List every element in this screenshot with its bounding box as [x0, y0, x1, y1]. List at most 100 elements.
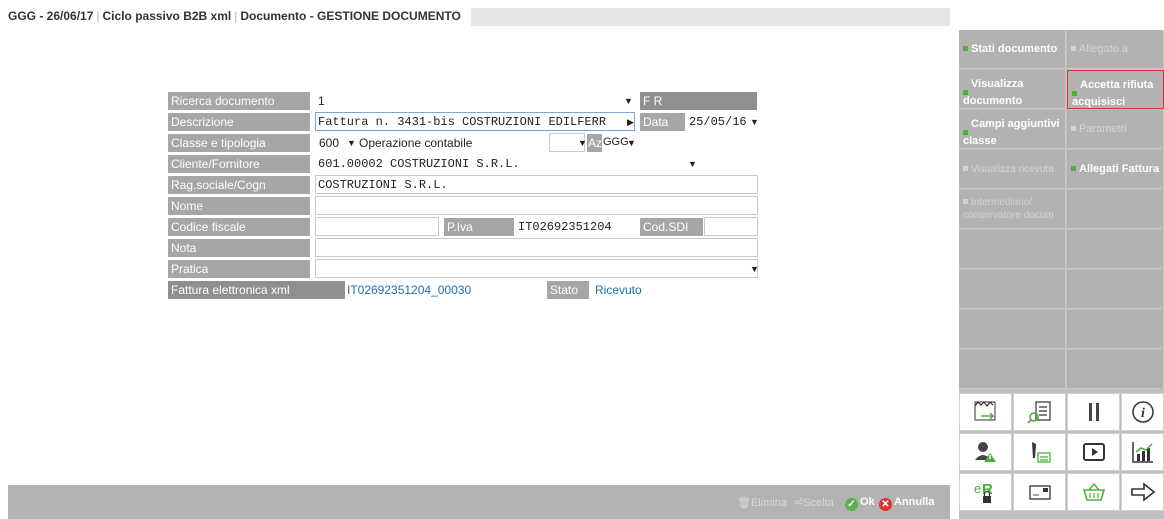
allegati-fattura-button[interactable]: Allegati Fattura — [1067, 150, 1164, 189]
nome-input[interactable] — [315, 196, 758, 215]
dot-icon — [963, 166, 968, 171]
accetta-rifiuta-button[interactable]: Accetta rifiuta acquisisci — [1067, 70, 1164, 109]
tipologia-select[interactable]: Operazione contabile — [356, 133, 549, 152]
annulla-button[interactable]: ✕ Annulla — [879, 496, 934, 511]
empty-slot-8 — [959, 350, 1066, 389]
next-arrow-button[interactable] — [1121, 473, 1164, 511]
e-lock-button[interactable]: e R — [959, 473, 1012, 511]
nota-label: Nota — [168, 239, 310, 257]
info-icon: i — [1131, 401, 1154, 423]
classe-label: Classe e tipologia — [168, 134, 310, 152]
empty-slot-9 — [1067, 350, 1164, 389]
sdi-input[interactable] — [704, 217, 758, 236]
ricerca-label: Ricerca documento — [168, 92, 310, 110]
nome-label: Nome — [168, 197, 310, 215]
accetta-rifiuta-label: Accetta rifiuta acquisisci — [1072, 79, 1154, 108]
az-dropdown-icon[interactable]: ▼ — [627, 138, 636, 148]
codice-fiscale-input[interactable] — [315, 217, 439, 236]
video-play-button[interactable] — [1067, 433, 1120, 471]
data-input[interactable]: 25/05/16 — [686, 112, 758, 131]
sdi-label: Cod.SDI — [640, 218, 703, 236]
basket-button[interactable] — [1067, 473, 1120, 511]
campi-aggiuntivi-button[interactable]: Campi aggiuntivi classe — [959, 110, 1066, 149]
svg-text:R: R — [982, 481, 993, 498]
empty-slot-5 — [1067, 270, 1164, 309]
pause-button[interactable] — [1067, 393, 1120, 431]
ricerca-dropdown-icon[interactable]: ▼ — [624, 96, 633, 106]
ricerca-documento-select[interactable]: 1 — [315, 91, 635, 110]
elimina-label: Elimina — [750, 497, 788, 509]
nota-input[interactable] — [315, 238, 758, 257]
pratica-input[interactable] — [315, 259, 758, 278]
user-warning-button[interactable] — [959, 433, 1012, 471]
allegato-a-label: Allegato a — [1079, 43, 1128, 55]
title-module: Ciclo passivo B2B xml — [102, 9, 232, 23]
card-button[interactable] — [1013, 473, 1066, 511]
data-value: 25/05/16 — [689, 115, 747, 129]
parametri-button[interactable]: Parametri — [1067, 110, 1164, 149]
side-panel: Stati documento Allegato a Visualizza doc… — [959, 30, 1164, 519]
dot-icon — [1071, 126, 1076, 131]
chart-import-icon — [974, 401, 995, 421]
dot-icon — [963, 199, 968, 204]
stati-documento-button[interactable]: Stati documento — [959, 30, 1066, 69]
basket-icon — [1082, 482, 1105, 501]
piva-input[interactable]: IT02692351204 — [515, 217, 635, 236]
elimina-button[interactable]: 🗑Elimina — [737, 496, 787, 509]
title-bar: GGG - 26/06/17 | Ciclo passivo B2B xml | Doc… — [8, 8, 950, 26]
stati-documento-label: Stati documento — [971, 43, 1058, 55]
classe-code: 600 — [318, 136, 339, 150]
descrizione-more-icon[interactable]: ▶ — [627, 117, 634, 128]
piva-label: P.Iva — [444, 218, 514, 236]
data-dropdown-icon[interactable]: ▼ — [750, 117, 759, 127]
ricerca-value: 1 — [318, 94, 325, 108]
scelta-button[interactable]: ⏎Scelta — [794, 496, 834, 509]
allegato-a-button[interactable]: Allegato a — [1067, 30, 1164, 69]
green-dot-icon — [963, 46, 968, 51]
empty-slot-2 — [959, 230, 1066, 269]
ragsoc-label: Rag.sociale/Cogn — [168, 176, 310, 194]
green-dot-icon — [1071, 166, 1076, 171]
svg-text:i: i — [1141, 406, 1145, 421]
cliente-value: 601.00002 COSTRUZIONI S.R.L. — [318, 157, 520, 171]
info-button[interactable]: i — [1121, 393, 1164, 431]
ragsoc-input[interactable]: COSTRUZIONI S.R.L. — [315, 175, 758, 194]
classe-code-select[interactable]: 600 — [315, 133, 347, 152]
fattura-xml-link[interactable]: IT02692351204_00030 — [347, 283, 471, 297]
allegati-fattura-label: Allegati Fattura — [1079, 163, 1160, 175]
title-window: Documento - GESTIONE DOCUMENTO — [240, 9, 461, 23]
empty-slot-6 — [959, 310, 1066, 349]
descrizione-input[interactable]: Fattura n. 3431-bis COSTRUZIONI EDILFERR — [315, 112, 635, 131]
stato-value[interactable]: Ricevuto — [595, 283, 642, 297]
visualizza-documento-button[interactable]: Visualizza documento — [959, 70, 1066, 109]
search-document-button[interactable] — [1013, 393, 1066, 431]
tipologia-value: Operazione contabile — [359, 136, 473, 150]
descrizione-value: Fattura n. 3431-bis COSTRUZIONI EDILFERR — [318, 115, 607, 129]
ok-label: Ok — [860, 496, 875, 508]
play-screen-icon — [1082, 443, 1105, 461]
classe-code-dropdown-icon[interactable]: ▼ — [347, 138, 356, 148]
cliente-dropdown-icon[interactable]: ▼ — [688, 159, 697, 169]
edit-form-button[interactable] — [1013, 433, 1066, 471]
intermediario-button[interactable]: Intermediario/conservatore docum — [959, 190, 1066, 229]
piva-value: IT02692351204 — [518, 220, 612, 234]
trash-icon: 🗑 — [737, 497, 751, 509]
title-tab[interactable]: GGG - 26/06/17 | Ciclo passivo B2B xml | Doc… — [8, 8, 471, 26]
e-lock-icon: e R — [974, 481, 993, 503]
cliente-label: Cliente/Fornitore — [168, 155, 310, 173]
intermediario-label: Intermediario/conservatore docum — [963, 197, 1054, 221]
tipologia-dropdown-icon[interactable]: ▼ — [578, 138, 587, 148]
visualizza-ricevuta-button[interactable]: Visualizza ricevuta — [959, 150, 1066, 189]
bottom-toolbar: 🗑Elimina ⏎Scelta ✓ Ok ✕ Annulla — [8, 485, 950, 519]
ok-button[interactable]: ✓ Ok — [845, 496, 875, 511]
fattura-label: Fattura elettronica xml — [168, 281, 345, 299]
dot-icon — [1071, 46, 1076, 51]
visualizza-documento-label: Visualizza documento — [963, 78, 1024, 107]
pratica-dropdown-icon[interactable]: ▼ — [750, 264, 759, 274]
statistics-button[interactable] — [1121, 433, 1164, 471]
cliente-fornitore-input[interactable]: 601.00002 COSTRUZIONI S.R.L. — [315, 154, 696, 173]
import-chart-button[interactable] — [959, 393, 1012, 431]
fr-badge: F R — [640, 92, 757, 110]
empty-slot-3 — [1067, 230, 1164, 269]
descrizione-label: Descrizione — [168, 113, 310, 131]
